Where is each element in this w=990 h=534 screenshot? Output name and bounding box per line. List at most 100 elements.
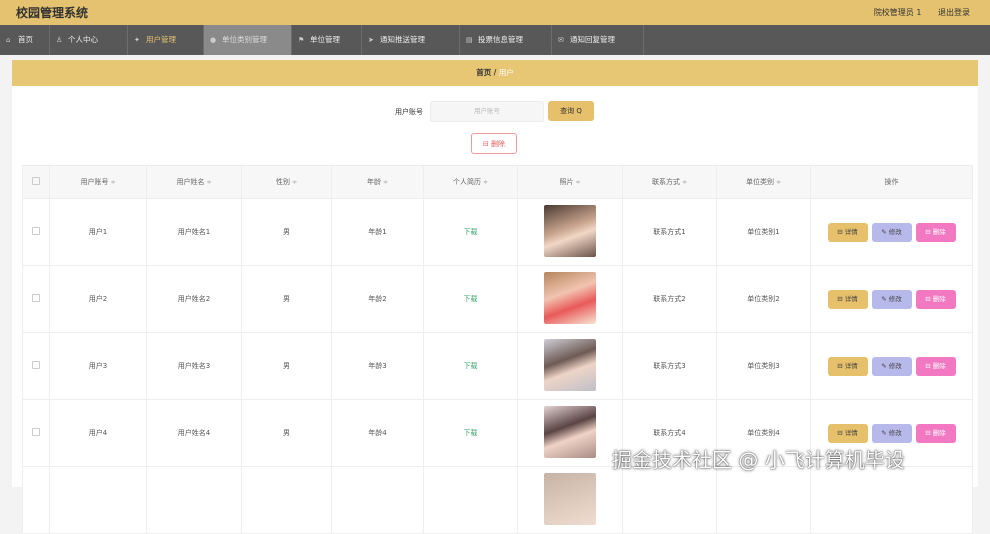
nav-vote-info[interactable]: ▤ 投票信息管理: [460, 25, 552, 55]
row-checkbox[interactable]: [32, 428, 40, 436]
cell-contact: 联系方式1: [622, 198, 717, 266]
sort-icon[interactable]: ≑: [110, 179, 115, 186]
row-select-cell[interactable]: [22, 265, 50, 333]
header-resume[interactable]: 个人简历 ≑: [423, 165, 518, 199]
user-photo[interactable]: [544, 473, 596, 525]
cell-contact: 联系方式2: [622, 265, 717, 333]
header-contact[interactable]: 联系方式 ≑: [622, 165, 717, 199]
edit-button[interactable]: ✎ 修改: [871, 222, 912, 242]
row-select-cell[interactable]: [22, 332, 50, 400]
cell-ops: ⊟ 详情 ✎ 修改 ⊟ 删除: [810, 265, 973, 333]
select-all-cell[interactable]: [22, 165, 50, 199]
delete-button[interactable]: ⊟ 删除: [915, 356, 956, 376]
detail-button[interactable]: ⊟ 详情: [827, 289, 868, 309]
sort-icon[interactable]: ≑: [383, 179, 388, 186]
header-resume-label: 个人简历: [452, 178, 481, 186]
row-checkbox[interactable]: [32, 294, 40, 302]
row-select-cell[interactable]: [22, 399, 50, 467]
detail-button[interactable]: ⊟ 详情: [827, 423, 868, 443]
cell-photo: [517, 265, 623, 333]
breadcrumb-home[interactable]: 首页: [476, 68, 491, 77]
cell-gender: 男: [241, 332, 332, 400]
sort-icon[interactable]: ≑: [483, 179, 488, 186]
nav-home[interactable]: ⌂ 首页: [0, 25, 50, 55]
cell-gender: 男: [241, 265, 332, 333]
header-account[interactable]: 用户账号 ≑: [49, 165, 147, 199]
breadcrumb-current: 用户: [498, 68, 514, 77]
delete-button[interactable]: ⊟ 删除: [915, 423, 956, 443]
nav-notice-push-label: 通知推送管理: [380, 35, 425, 44]
header-gender-label: 性别: [275, 178, 290, 186]
cell-photo: [517, 332, 623, 400]
sort-icon[interactable]: ≑: [776, 179, 781, 186]
search-input[interactable]: 用户账号: [430, 101, 544, 122]
table-header-row: 用户账号 ≑ 用户姓名 ≑ 性别 ≑ 年龄 ≑ 个人简历 ≑ 照片 ≑ 联系方式 ≑ 单位类别…: [22, 165, 973, 199]
batch-delete-button[interactable]: ⊟ 删除: [471, 133, 517, 154]
nav-personal-center[interactable]: ♙ 个人中心: [50, 25, 128, 55]
app-title: 校园管理系统: [16, 6, 89, 20]
table-row: 用户1 用户姓名1 男 年龄1 下载 联系方式1 单位类别1 ⊟ 详情 ✎ 修改 ⊟…: [22, 198, 973, 266]
user-photo[interactable]: [544, 406, 596, 458]
select-all-checkbox[interactable]: [32, 177, 40, 185]
cell-unit: 单位类别3: [716, 332, 811, 400]
nav-unit-management[interactable]: ⚑ 单位管理: [292, 25, 362, 55]
current-user: 院校管理员 1: [873, 8, 922, 17]
cell-resume: 下载: [423, 265, 518, 333]
row-checkbox[interactable]: [32, 361, 40, 369]
sort-icon[interactable]: ≑: [575, 179, 580, 186]
header-age-label: 年龄: [366, 178, 381, 186]
breadcrumb-separator: /: [493, 68, 497, 77]
cell-unit: 单位类别1: [716, 198, 811, 266]
user-icon: ♙: [56, 36, 63, 44]
cell-contact: 联系方式3: [622, 332, 717, 400]
download-link[interactable]: 下载: [464, 228, 478, 236]
user-photo[interactable]: [544, 205, 596, 257]
download-link[interactable]: 下载: [464, 429, 478, 437]
header-gender[interactable]: 性别 ≑: [241, 165, 332, 199]
cell-resume: 下载: [423, 399, 518, 467]
cell-name: 用户姓名2: [146, 265, 242, 333]
header-photo[interactable]: 照片 ≑: [517, 165, 623, 199]
header-age[interactable]: 年龄 ≑: [331, 165, 424, 199]
nav-unit-category-label: 单位类别管理: [222, 35, 267, 44]
cell-name: 用户姓名4: [146, 399, 242, 467]
logout-link[interactable]: 退出登录: [938, 8, 970, 17]
edit-button[interactable]: ✎ 修改: [871, 356, 912, 376]
header-name[interactable]: 用户姓名 ≑: [146, 165, 242, 199]
table-row: 用户2 用户姓名2 男 年龄2 下载 联系方式2 单位类别2 ⊟ 详情 ✎ 修改 ⊟…: [22, 265, 973, 333]
search-button[interactable]: 查询 Q: [548, 101, 594, 121]
send-icon: ➤: [368, 36, 374, 44]
sort-icon[interactable]: ≑: [682, 179, 687, 186]
nav-notice-reply[interactable]: ✉ 通知回复管理: [552, 25, 644, 55]
delete-button[interactable]: ⊟ 删除: [915, 222, 956, 242]
header-unit[interactable]: 单位类别 ≑: [716, 165, 811, 199]
detail-button[interactable]: ⊟ 详情: [827, 222, 868, 242]
nav-unit-category[interactable]: ● 单位类别管理: [204, 25, 292, 55]
user-photo[interactable]: [544, 272, 596, 324]
detail-button[interactable]: ⊟ 详情: [827, 356, 868, 376]
nav-notice-reply-label: 通知回复管理: [570, 35, 615, 44]
row-checkbox[interactable]: [32, 227, 40, 235]
sort-icon[interactable]: ≑: [292, 179, 297, 186]
edit-button[interactable]: ✎ 修改: [871, 289, 912, 309]
user-photo[interactable]: [544, 339, 596, 391]
cell-ops: ⊟ 详情 ✎ 修改 ⊟ 删除: [810, 332, 973, 400]
row-select-cell[interactable]: [22, 198, 50, 266]
mail-icon: ✉: [558, 36, 564, 44]
header-photo-label: 照片: [559, 178, 574, 186]
header-unit-label: 单位类别: [745, 178, 774, 186]
cell-resume: 下载: [423, 332, 518, 400]
edit-button[interactable]: ✎ 修改: [871, 423, 912, 443]
nav-user-management-label: 用户管理: [146, 35, 176, 44]
row-select-cell[interactable]: [22, 466, 50, 534]
nav-vote-info-label: 投票信息管理: [478, 35, 523, 44]
table-row: 用户3 用户姓名3 男 年龄3 下载 联系方式3 单位类别3 ⊟ 详情 ✎ 修改 ⊟…: [22, 332, 973, 400]
delete-button[interactable]: ⊟ 删除: [915, 289, 956, 309]
user-table: 用户账号 ≑ 用户姓名 ≑ 性别 ≑ 年龄 ≑ 个人简历 ≑ 照片 ≑ 联系方式 ≑ 单位类别…: [22, 165, 973, 534]
circle-icon: ●: [210, 36, 217, 44]
nav-notice-push[interactable]: ➤ 通知推送管理: [362, 25, 460, 55]
download-link[interactable]: 下载: [464, 295, 478, 303]
download-link[interactable]: 下载: [464, 362, 478, 370]
nav-user-management[interactable]: ✦ 用户管理: [128, 25, 204, 55]
sort-icon[interactable]: ≑: [206, 179, 211, 186]
